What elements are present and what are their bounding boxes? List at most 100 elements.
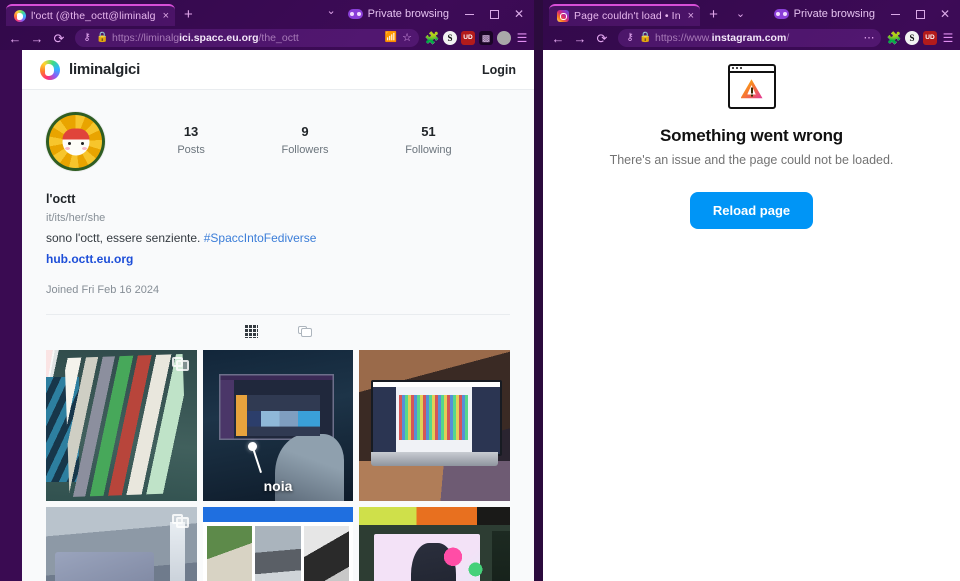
private-browsing-label: Private browsing (793, 8, 875, 20)
login-link[interactable]: Login (482, 63, 516, 77)
profile-bio: l'octt it/its/her/she sono l'octt, esser… (46, 171, 510, 296)
page-viewport-left: liminalgici Login 13 Posts 9 Followers 5… (22, 50, 534, 581)
bio-body: sono l'octt, essere senziente. (46, 230, 204, 245)
mask-icon (773, 9, 789, 19)
album-badge-icon (171, 513, 190, 529)
tab-title: l'octt (@the_octt@liminalg (31, 10, 156, 22)
star-icon[interactable]: ☆ (401, 29, 413, 47)
url-host: instagram.com (711, 32, 787, 44)
url-host: ici.spacc.eu.org (179, 32, 259, 44)
tab-grid[interactable] (243, 324, 259, 340)
url-bar[interactable]: ⚷ 🔒 https://www.instagram.com/ ⋯ (618, 29, 881, 47)
private-browsing-badge: Private browsing (347, 8, 449, 20)
rss-icon[interactable]: 📶 (385, 29, 397, 47)
tab-albums[interactable] (297, 324, 313, 340)
ublock-extension-icon[interactable]: UD (461, 31, 475, 45)
post-thumbnail (202, 506, 354, 581)
url-path: /the_octt (258, 32, 299, 44)
url-bar[interactable]: ⚷ 🔒 https://liminalgici.spacc.eu.org/the… (75, 29, 419, 47)
hamburger-icon[interactable]: ☰ (941, 31, 955, 45)
stat-following[interactable]: 51 Following (405, 122, 451, 158)
maximize-button[interactable] (909, 5, 931, 23)
titlebar-right-right-window: Private browsing ✕ (773, 5, 956, 23)
tab-pixelfed[interactable]: l'octt (@the_octt@liminalg × (6, 4, 175, 26)
close-icon[interactable]: × (686, 10, 694, 22)
stat-posts[interactable]: 13 Posts (177, 122, 205, 158)
brand-name: liminalgici (69, 61, 141, 78)
post-laptop[interactable] (359, 349, 510, 501)
tab-list-chevron-icon[interactable]: ⌄ (317, 6, 344, 23)
hamburger-icon[interactable]: ☰ (515, 31, 529, 45)
shield-icon[interactable]: ⚷ (624, 29, 636, 47)
stat-value: 13 (183, 124, 199, 139)
mask-icon (347, 9, 363, 19)
post-3ds[interactable] (359, 506, 510, 581)
url-prefix: https://www. (655, 32, 712, 44)
lock-icon: 🔒 (639, 32, 652, 43)
reload-page-button[interactable]: Reload page (689, 192, 814, 229)
close-window-button[interactable]: ✕ (934, 5, 956, 23)
page-left-rail (0, 50, 22, 581)
titlebar-right: Page couldn't load • In × + ⌄ Private br… (543, 0, 960, 26)
new-tab-button[interactable]: + (175, 7, 202, 26)
joined-date: Joined Fri Feb 16 2024 (46, 283, 160, 296)
url-text: https://liminalgici.spacc.eu.org/the_oct… (112, 32, 381, 44)
post-thumbnail (46, 349, 197, 501)
error-page: Something went wrong There's an issue an… (543, 50, 960, 229)
cursor-dot (247, 441, 257, 451)
overflow-icon[interactable]: ⋯ (863, 29, 875, 47)
bio-hashtag-link[interactable]: #SpaccIntoFediverse (204, 231, 317, 245)
ublock-extension-icon[interactable]: UD (923, 31, 937, 45)
url-text: https://www.instagram.com/ (655, 32, 859, 44)
private-browsing-label: Private browsing (367, 8, 449, 20)
puzzle-icon[interactable]: 🧩 (425, 31, 440, 45)
stat-followers[interactable]: 9 Followers (281, 122, 328, 158)
qr-icon[interactable]: ▩ (479, 31, 493, 45)
close-window-button[interactable]: ✕ (508, 5, 530, 23)
maximize-button[interactable] (483, 5, 505, 23)
tab-list-chevron-icon[interactable]: ⌄ (727, 9, 754, 26)
window-gap (534, 0, 543, 581)
avatar[interactable] (46, 112, 105, 171)
post-collage[interactable] (202, 506, 354, 581)
private-browsing-badge: Private browsing (773, 8, 875, 20)
navbar-right: ← → ⟳ ⚷ 🔒 https://www.instagram.com/ ⋯ 🧩… (543, 26, 960, 50)
minimize-button[interactable] (458, 5, 480, 23)
back-icon[interactable]: ← (548, 28, 568, 48)
cat-blush-right (81, 146, 87, 150)
new-tab-button[interactable]: + (700, 7, 727, 26)
reload-icon[interactable]: ⟳ (592, 28, 612, 48)
tab-instagram[interactable]: Page couldn't load • In × (549, 4, 701, 26)
minimize-button[interactable] (884, 5, 906, 23)
close-icon[interactable]: × (161, 10, 169, 22)
brand[interactable]: liminalgici (40, 59, 141, 80)
puzzle-icon[interactable]: 🧩 (887, 31, 902, 45)
forward-icon[interactable]: → (27, 28, 47, 48)
console-buttons (491, 530, 510, 581)
screen-content (398, 395, 468, 441)
album-badge-icon (171, 356, 190, 372)
stat-value: 9 (301, 124, 309, 139)
stat-label: Followers (281, 143, 329, 156)
stylus-extension-icon[interactable]: S (443, 31, 457, 45)
post-monitor[interactable]: noia (202, 349, 354, 501)
error-subtitle: There's an issue and the page could not … (609, 153, 894, 167)
profile-section: 13 Posts 9 Followers 51 Following l'octt… (22, 90, 534, 350)
website-link[interactable]: hub.octt.eu.org (46, 249, 510, 271)
browser-window-left: l'octt (@the_octt@liminalg × + ⌄ Private… (0, 0, 534, 581)
forward-icon[interactable]: → (570, 28, 590, 48)
titlebar-right-left-window: ⌄ Private browsing ✕ (317, 5, 530, 23)
pronouns: it/its/her/she (46, 212, 106, 224)
post-wristbands[interactable] (46, 349, 197, 501)
stylus-extension-icon[interactable]: S (905, 31, 919, 45)
back-icon[interactable]: ← (5, 28, 25, 48)
lock-icon: 🔒 (96, 32, 109, 43)
reload-icon[interactable]: ⟳ (49, 28, 69, 48)
shield-icon[interactable]: ⚷ (81, 29, 93, 47)
grey-extension-icon[interactable] (497, 31, 511, 45)
profile-header-row: 13 Posts 9 Followers 51 Following (46, 112, 510, 171)
profile-stats: 13 Posts 9 Followers 51 Following (105, 112, 510, 158)
instagram-icon (557, 10, 569, 22)
post-bus[interactable] (46, 506, 197, 581)
titlebar-left: l'octt (@the_octt@liminalg × + ⌄ Private… (0, 0, 534, 26)
